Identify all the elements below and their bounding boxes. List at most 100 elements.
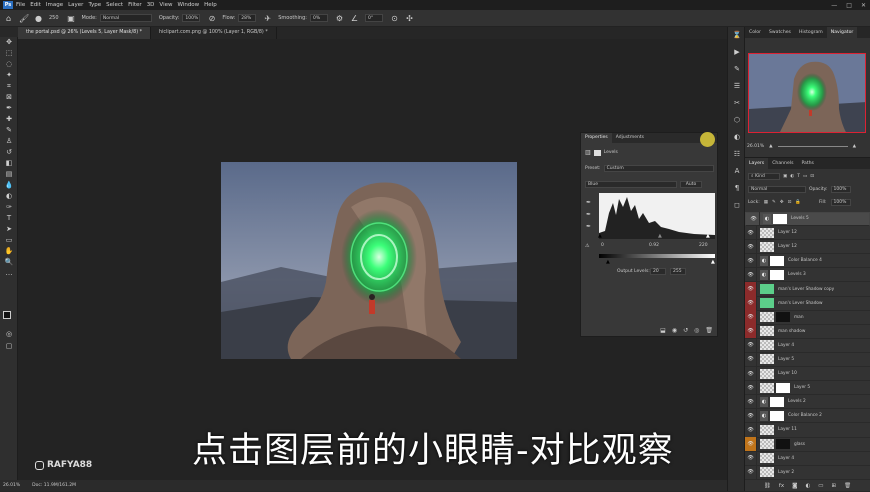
- layer-thumbnail[interactable]: [760, 284, 774, 295]
- adjustment-layer-icon[interactable]: ◐: [760, 255, 768, 266]
- opacity-field[interactable]: 100%: [182, 14, 201, 22]
- filter-type-icon[interactable]: T: [797, 174, 800, 179]
- visibility-eye-icon[interactable]: 👁: [745, 267, 757, 282]
- lock-transparent-icon[interactable]: ▦: [764, 200, 768, 205]
- document-canvas[interactable]: [221, 162, 517, 359]
- menu-type[interactable]: Type: [88, 2, 101, 8]
- airbrush-icon[interactable]: ✈: [263, 14, 272, 23]
- type-tool-icon[interactable]: T: [0, 213, 18, 224]
- hand-tool-icon[interactable]: ✋: [0, 246, 18, 257]
- layer-row[interactable]: 👁 Layer 12: [745, 225, 870, 241]
- lock-artboard-icon[interactable]: ⊡: [788, 200, 792, 205]
- new-adjustment-icon[interactable]: ◐: [805, 483, 810, 489]
- magic-wand-tool-icon[interactable]: ✦: [0, 70, 18, 81]
- layer-thumbnail[interactable]: [760, 340, 774, 351]
- layer-row[interactable]: 👁 glass: [745, 437, 870, 452]
- tool-presets-icon[interactable]: ✂: [728, 95, 746, 112]
- filter-shape-icon[interactable]: ▭: [803, 174, 807, 179]
- layer-thumbnail[interactable]: [760, 368, 774, 379]
- brush-preset-icon[interactable]: ●: [34, 14, 43, 23]
- eraser-tool-icon[interactable]: ◧: [0, 158, 18, 169]
- layer-row[interactable]: 👁 ◐ Levels 5: [745, 212, 870, 227]
- screen-mode-icon[interactable]: ▢: [0, 341, 18, 352]
- pen-tool-icon[interactable]: ✑: [0, 202, 18, 213]
- gear-icon[interactable]: ⚙: [335, 14, 344, 23]
- pressure-size-icon[interactable]: ⊙: [390, 14, 399, 23]
- output-white-value[interactable]: 255: [670, 268, 686, 275]
- input-black-handle[interactable]: ▲: [598, 233, 602, 239]
- angle-icon[interactable]: ∠: [350, 14, 359, 23]
- clip-to-layer-icon[interactable]: ⬓: [660, 327, 666, 334]
- visibility-eye-icon[interactable]: 👁: [745, 422, 757, 437]
- brush-settings-icon[interactable]: ▣: [67, 14, 76, 23]
- visibility-eye-icon[interactable]: 👁: [745, 437, 757, 452]
- new-layer-icon[interactable]: ⊞: [831, 483, 836, 489]
- mode-select[interactable]: Normal: [99, 14, 152, 22]
- 3d-panel-icon[interactable]: ⬡: [728, 112, 746, 129]
- minimize-icon[interactable]: —: [831, 2, 837, 9]
- visibility-eye-icon[interactable]: 👁: [745, 408, 757, 423]
- filter-adjustment-icon[interactable]: ◐: [790, 174, 794, 179]
- layer-thumbnail[interactable]: [760, 453, 774, 464]
- shape-tool-icon[interactable]: ▭: [0, 235, 18, 246]
- input-mid-value[interactable]: 0.92: [649, 243, 659, 248]
- home-icon[interactable]: ⌂: [4, 14, 13, 23]
- layer-row[interactable]: 👁 Layer 2: [745, 465, 870, 480]
- layer-mask-thumbnail[interactable]: [770, 396, 784, 407]
- close-icon[interactable]: ✕: [861, 2, 866, 9]
- layer-mask-thumbnail[interactable]: [773, 214, 787, 225]
- lock-all-icon[interactable]: 🔒: [795, 200, 801, 205]
- brush-tool-icon[interactable]: 🖌: [19, 14, 29, 23]
- output-black-handle[interactable]: ▲: [606, 259, 610, 265]
- layer-thumbnail[interactable]: [760, 467, 774, 478]
- eyedropper-tool-icon[interactable]: ✒: [0, 103, 18, 114]
- angle-field[interactable]: 0°: [364, 14, 383, 22]
- visibility-eye-icon[interactable]: 👁: [745, 310, 757, 325]
- actions-icon[interactable]: ▶: [728, 44, 746, 61]
- layer-row[interactable]: 👁 man's Lever Shadow copy: [745, 282, 870, 297]
- menu-help[interactable]: Help: [204, 2, 217, 8]
- zoom-out-icon[interactable]: ▲: [769, 144, 772, 149]
- visibility-eye-icon[interactable]: 👁: [745, 282, 757, 297]
- output-black-value[interactable]: 20: [650, 268, 666, 275]
- eyedropper-gray-icon[interactable]: ✒: [586, 211, 591, 218]
- layer-row[interactable]: 👁 Layer 11: [745, 422, 870, 438]
- tab-histogram[interactable]: Histogram: [795, 27, 827, 38]
- visibility-eye-icon[interactable]: 👁: [745, 380, 757, 395]
- path-selection-tool-icon[interactable]: ➤: [0, 224, 18, 235]
- flow-field[interactable]: 28%: [238, 14, 257, 22]
- zoom-slider[interactable]: [777, 146, 848, 147]
- clipping-icon[interactable]: ⚠: [585, 243, 589, 249]
- lock-brush-icon[interactable]: ✎: [772, 200, 776, 205]
- layer-thumbnail[interactable]: [760, 382, 774, 393]
- lasso-tool-icon[interactable]: ◌: [0, 59, 18, 70]
- frame-tool-icon[interactable]: ⊠: [0, 92, 18, 103]
- auto-button[interactable]: Auto: [680, 181, 702, 188]
- zoom-level[interactable]: 26.01%: [3, 483, 20, 488]
- layer-row[interactable]: 👁 ◐ Color Balance 2: [745, 408, 870, 424]
- tab-hiclipart[interactable]: hiclipart.com.png @ 100% (Layer 1, RGB/8…: [151, 27, 277, 39]
- quick-mask-icon[interactable]: ◎: [0, 329, 18, 340]
- more-tools-icon[interactable]: …: [0, 268, 18, 279]
- adjustment-layer-icon[interactable]: ◐: [763, 214, 771, 225]
- tab-swatches[interactable]: Swatches: [765, 27, 795, 38]
- layer-row[interactable]: 👁 ◐ Color Balance 4: [745, 253, 870, 269]
- mask-icon[interactable]: [593, 149, 601, 156]
- fill-field[interactable]: 100%: [830, 199, 851, 206]
- tab-color[interactable]: Color: [745, 27, 765, 38]
- layer-row[interactable]: 👁 ◐ Levels 3: [745, 267, 870, 283]
- menu-layer[interactable]: Layer: [68, 2, 83, 8]
- tab-layers[interactable]: Layers: [745, 158, 769, 169]
- pressure-opacity-icon[interactable]: ⊘: [207, 14, 216, 23]
- layer-thumbnail[interactable]: [760, 424, 774, 435]
- adjustment-layer-icon[interactable]: ◐: [760, 269, 768, 280]
- visibility-eye-icon[interactable]: 👁: [745, 451, 757, 466]
- character-panel-icon[interactable]: A: [728, 163, 746, 180]
- gradient-tool-icon[interactable]: ▤: [0, 169, 18, 180]
- menu-select[interactable]: Select: [106, 2, 123, 8]
- view-previous-icon[interactable]: ◉: [672, 327, 677, 334]
- trash-icon[interactable]: 🗑: [705, 327, 713, 334]
- input-slider-track[interactable]: [599, 237, 715, 239]
- tab-adjustments[interactable]: Adjustments: [612, 133, 648, 143]
- preset-select[interactable]: Custom: [603, 165, 714, 172]
